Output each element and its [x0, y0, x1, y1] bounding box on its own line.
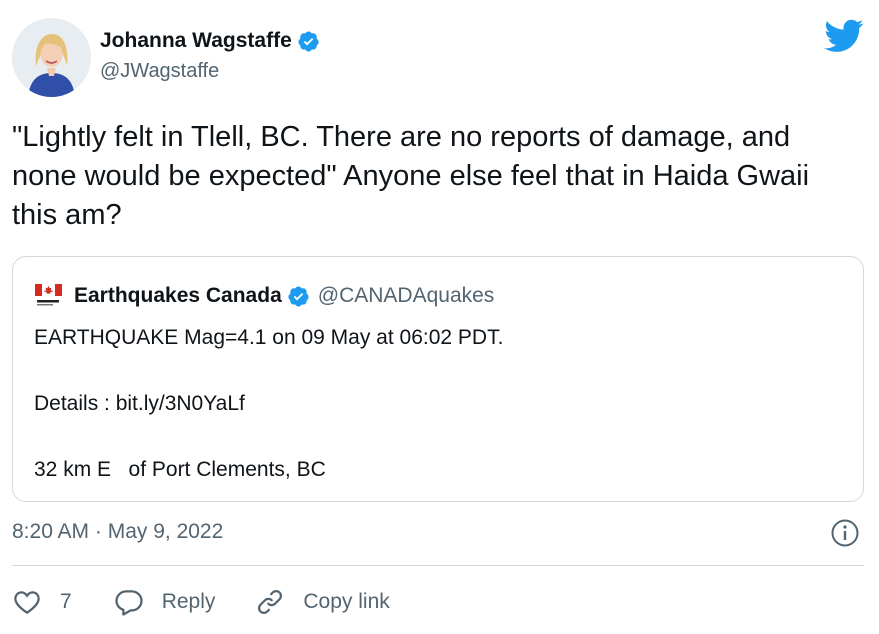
tweet-header: Johanna Wagstaffe @JWagstaffe — [12, 16, 867, 102]
link-icon — [258, 589, 283, 615]
author-display-name[interactable]: Johanna Wagstaffe — [100, 29, 292, 53]
canada-flag-icon — [35, 284, 62, 306]
tweet-timestamp[interactable]: 8:20 AM · May 9, 2022 — [12, 520, 223, 544]
quoted-display-name[interactable]: Earthquakes Canada — [74, 284, 282, 308]
copy-link-button[interactable]: Copy link — [255, 587, 390, 617]
quoted-handle[interactable]: @CANADAquakes — [318, 284, 495, 308]
twitter-bird-icon[interactable] — [824, 19, 864, 53]
info-icon[interactable] — [830, 518, 860, 548]
copy-link-label: Copy link — [303, 590, 390, 613]
reply-bubble-icon — [115, 590, 143, 616]
quoted-tweet-text: EARTHQUAKE Mag=4.1 on 09 May at 06:02 PD… — [34, 321, 834, 486]
quoted-line-location: 32 km E of Port Clements, BC — [34, 458, 326, 481]
tweet-text: "Lightly felt in Tlell, BC. There are no… — [12, 121, 810, 231]
avatar-photo — [12, 18, 91, 97]
verified-badge-icon — [288, 285, 309, 307]
quoted-line-magnitude: EARTHQUAKE Mag=4.1 on 09 May at 06:02 PD… — [34, 326, 504, 349]
like-button[interactable]: 7 — [12, 587, 72, 617]
action-bar: 7 Reply Copy link — [12, 582, 430, 622]
quoted-tweet[interactable]: Earthquakes Canada @CANADAquakes EARTHQU… — [12, 256, 864, 502]
avatar[interactable] — [12, 18, 91, 97]
reply-label: Reply — [161, 590, 216, 613]
author-handle[interactable]: @JWagstaffe — [100, 60, 320, 83]
verified-badge-icon — [298, 30, 319, 52]
reply-button[interactable]: Reply — [114, 587, 216, 617]
quoted-line-details: Details : bit.ly/3N0YaLf — [34, 392, 245, 415]
heart-icon — [14, 591, 40, 614]
divider — [12, 565, 864, 566]
like-count: 7 — [60, 590, 72, 613]
